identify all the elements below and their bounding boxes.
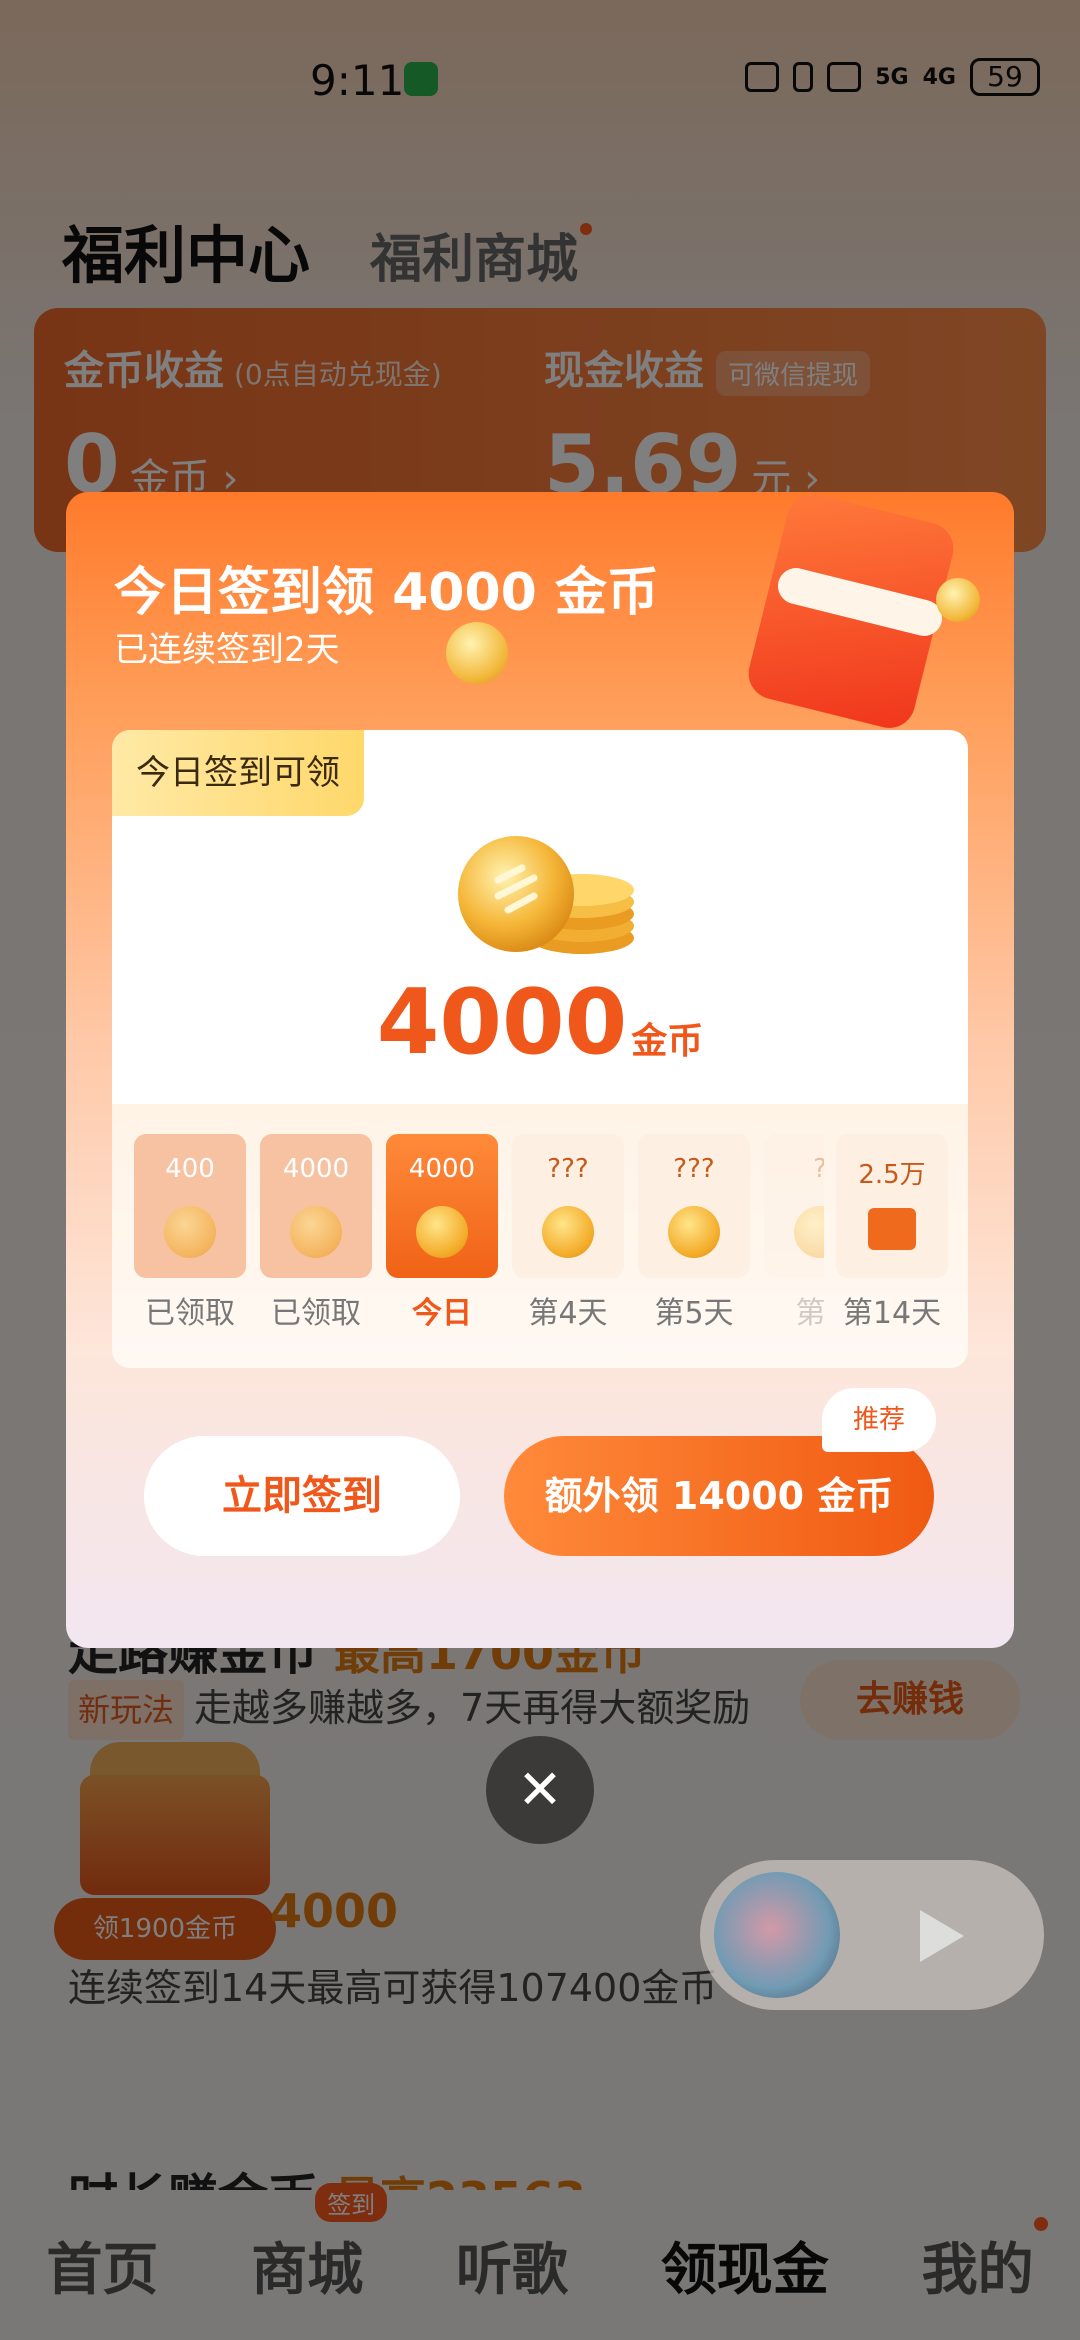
coin-icon — [794, 1206, 824, 1258]
coin-icon — [416, 1206, 468, 1258]
album-art-disc — [714, 1872, 840, 1998]
day-label: 第5天 — [654, 1296, 734, 1331]
day-label: 第4天 — [528, 1296, 608, 1331]
recommend-badge: 推荐 — [822, 1388, 936, 1452]
day-value: ??? — [673, 1154, 715, 1184]
today-claimable-tag: 今日签到可领 — [112, 730, 364, 816]
modal-headline: 今日签到领 4000 金币 — [114, 563, 659, 623]
day-label: 第6 — [795, 1296, 824, 1331]
day-4: ??? 第4天 — [512, 1134, 624, 1332]
day-box: 400 — [134, 1134, 246, 1278]
day-box: ??? — [638, 1134, 750, 1278]
play-icon[interactable] — [920, 1910, 964, 1962]
coin-icon — [290, 1206, 342, 1258]
coin-icon — [542, 1206, 594, 1258]
extra-coins-button[interactable]: 额外领 14000 金币 — [504, 1436, 934, 1556]
day-box: ??? — [512, 1134, 624, 1278]
coin-icon — [668, 1206, 720, 1258]
coin-icon — [446, 622, 508, 684]
modal-subtitle: 已连续签到2天 — [114, 630, 340, 670]
coin-stack-icon — [458, 836, 634, 954]
reward-amount-unit: 金币 — [631, 1021, 704, 1062]
day-5: ??? 第5天 — [638, 1134, 750, 1332]
day-label: 已领取 — [271, 1296, 361, 1331]
floating-music-player[interactable] — [700, 1860, 1044, 2010]
day-value: ? — [764, 1154, 824, 1184]
coin-icon — [164, 1206, 216, 1258]
day-1: 400 已领取 — [134, 1134, 246, 1332]
day-6: ? 第6 — [764, 1134, 824, 1332]
coin-icon — [936, 578, 980, 622]
day-box: ? — [764, 1134, 824, 1278]
day-label: 已领取 — [145, 1296, 235, 1331]
day-value: 400 — [165, 1154, 215, 1184]
day-box: 2.5万 — [836, 1134, 948, 1278]
signin-modal: 今日签到领 4000 金币 已连续签到2天 今日签到可领 4000 金币 400… — [66, 492, 1014, 1648]
day-value: 4000 — [408, 1154, 476, 1184]
day-2: 4000 已领取 — [260, 1134, 372, 1332]
close-icon[interactable]: ✕ — [486, 1736, 594, 1844]
day-label: 今日 — [412, 1296, 472, 1331]
signin-now-button[interactable]: 立即签到 — [144, 1436, 460, 1556]
reward-amount-value: 4000 — [376, 970, 628, 1075]
day-value: 2.5万 — [858, 1160, 926, 1190]
reward-card: 今日签到可领 4000 金币 400 已领取 4000 已领取 4000 今日 … — [112, 730, 968, 1368]
day-value: 4000 — [282, 1154, 350, 1184]
day-value: ??? — [547, 1154, 589, 1184]
day-14: 2.5万 第14天 — [836, 1134, 948, 1332]
reward-amount: 4000 金币 — [112, 970, 968, 1075]
day-box: 4000 — [260, 1134, 372, 1278]
day-label: 第14天 — [842, 1296, 942, 1331]
day-box: 4000 — [386, 1134, 498, 1278]
gift-box-icon — [868, 1208, 916, 1250]
signin-days-strip: 400 已领取 4000 已领取 4000 今日 ??? 第4天 ??? 第5天… — [112, 1104, 968, 1368]
day-3-today: 4000 今日 — [386, 1134, 498, 1332]
